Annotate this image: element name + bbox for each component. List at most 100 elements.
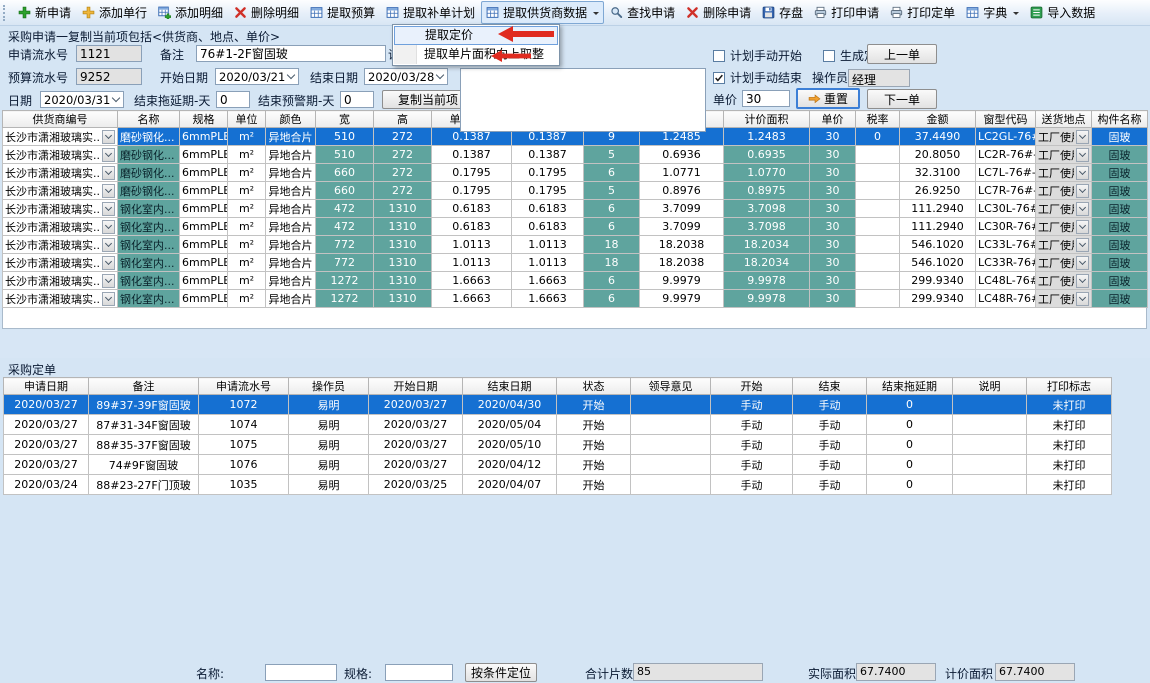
grid-cell[interactable]: 472 <box>316 200 374 218</box>
order-cell[interactable]: 1076 <box>199 455 289 475</box>
order-cell[interactable]: 未打印 <box>1027 475 1112 495</box>
new-request-button[interactable]: 新申请 <box>13 1 76 24</box>
table-row[interactable]: 长沙市潇湘玻璃实...钢化室内...6mmPLE...m²异地合片7721310… <box>3 254 1148 272</box>
delete-request-button[interactable]: 删除申请 <box>681 1 756 24</box>
order-cell[interactable]: 2020/05/04 <box>463 415 557 435</box>
grid-cell[interactable]: 1.0113 <box>512 236 584 254</box>
order-cell[interactable]: 手动 <box>793 475 867 495</box>
grid-cell[interactable]: 546.1020 <box>900 254 976 272</box>
grid-cell[interactable]: 1.6663 <box>432 290 512 308</box>
grid-cell[interactable]: 18 <box>584 236 640 254</box>
order-cell[interactable]: 2020/03/27 <box>369 435 463 455</box>
grid-cell[interactable]: 299.9340 <box>900 272 976 290</box>
grid-cell[interactable]: 0.6936 <box>640 146 724 164</box>
supplier-combo-button[interactable] <box>102 274 115 288</box>
order-cell[interactable] <box>953 415 1027 435</box>
filter-spec-input[interactable] <box>385 664 453 681</box>
grid-cell[interactable]: 5 <box>584 146 640 164</box>
grid-cell[interactable]: m² <box>228 254 266 272</box>
table-row[interactable]: 长沙市潇湘玻璃实...钢化室内...6mmPLE...m²异地合片7721310… <box>3 236 1148 254</box>
menu-item[interactable]: 提取单片面积向上取整 <box>394 45 558 64</box>
order-cell[interactable]: 2020/05/10 <box>463 435 557 455</box>
table-row[interactable]: 长沙市潇湘玻璃实...磨砂钢化...6mmPLE...m²异地合片6602720… <box>3 182 1148 200</box>
column-header[interactable]: 单价 <box>810 111 856 128</box>
supplier-combo-button[interactable] <box>102 238 115 252</box>
grid-cell[interactable]: LC2GL-76#... <box>976 128 1036 146</box>
delivery-combo-button[interactable] <box>1076 256 1089 270</box>
grid-cell[interactable]: 固玻 <box>1092 236 1148 254</box>
filter-name-input[interactable] <box>265 664 337 681</box>
grid-cell[interactable]: 272 <box>374 164 432 182</box>
order-cell[interactable]: 易明 <box>289 435 369 455</box>
grid-cell[interactable]: 6mmPLE... <box>180 272 228 290</box>
grid-cell[interactable]: 6mmPLE... <box>180 128 228 146</box>
grid-cell[interactable]: 长沙市潇湘玻璃实... <box>3 182 118 200</box>
grid-cell[interactable]: LC2R-76#-1F <box>976 146 1036 164</box>
grid-cell[interactable]: LC48R-76#... <box>976 290 1036 308</box>
grid-cell[interactable]: m² <box>228 164 266 182</box>
grid-cell[interactable]: 磨砂钢化... <box>118 164 180 182</box>
grid-cell[interactable]: 工厂使用 <box>1036 236 1092 254</box>
grid-cell[interactable]: LC48L-76#... <box>976 272 1036 290</box>
order-cell[interactable]: 2020/03/24 <box>4 475 89 495</box>
price-field[interactable] <box>742 90 790 107</box>
plan-manual-end-checkbox[interactable] <box>713 72 725 84</box>
grid-cell[interactable]: 1310 <box>374 254 432 272</box>
grid-cell[interactable]: 长沙市潇湘玻璃实... <box>3 164 118 182</box>
order-cell[interactable]: 88#23-27F门顶玻 <box>89 475 199 495</box>
grid-cell[interactable]: 9.9979 <box>640 290 724 308</box>
grid-cell[interactable]: 长沙市潇湘玻璃实... <box>3 146 118 164</box>
order-cell[interactable]: 手动 <box>793 435 867 455</box>
column-header[interactable]: 申请流水号 <box>199 378 289 395</box>
grid-cell[interactable]: 30 <box>810 128 856 146</box>
grid-cell[interactable]: 异地合片 <box>266 146 316 164</box>
grid-cell[interactable]: 0.1795 <box>432 182 512 200</box>
grid-cell[interactable]: 钢化室内... <box>118 218 180 236</box>
add-row-button[interactable]: 添加单行 <box>77 1 152 24</box>
grid-cell[interactable]: 32.3100 <box>900 164 976 182</box>
grid-cell[interactable] <box>856 164 900 182</box>
grid-cell[interactable]: 6 <box>584 218 640 236</box>
column-header[interactable]: 打印标志 <box>1027 378 1112 395</box>
grid-cell[interactable]: 工厂使用 <box>1036 290 1092 308</box>
grid-cell[interactable]: m² <box>228 182 266 200</box>
desc-textarea[interactable] <box>460 68 706 132</box>
grid-cell[interactable]: m² <box>228 146 266 164</box>
save-button[interactable]: 存盘 <box>757 1 808 24</box>
grid-cell[interactable]: LC30L-76#... <box>976 200 1036 218</box>
order-cell[interactable]: 手动 <box>711 395 793 415</box>
column-header[interactable]: 结束 <box>793 378 867 395</box>
grid-cell[interactable]: 772 <box>316 254 374 272</box>
grid-cell[interactable]: 20.8050 <box>900 146 976 164</box>
grid-cell[interactable] <box>856 272 900 290</box>
grid-cell[interactable]: m² <box>228 290 266 308</box>
grid-cell[interactable]: 18.2034 <box>724 254 810 272</box>
order-cell[interactable] <box>631 395 711 415</box>
order-cell[interactable]: 易明 <box>289 475 369 495</box>
grid-cell[interactable]: 1.0113 <box>432 254 512 272</box>
grid-cell[interactable]: LC7R-76#-1FO <box>976 182 1036 200</box>
order-cell[interactable]: 易明 <box>289 395 369 415</box>
caret-down-icon[interactable] <box>593 12 599 18</box>
grid-cell[interactable]: 1310 <box>374 236 432 254</box>
extract-supplement-plan-button[interactable]: 提取补单计划 <box>381 1 480 24</box>
grid-cell[interactable]: 6 <box>584 200 640 218</box>
order-cell[interactable]: 88#35-37F窗固玻 <box>89 435 199 455</box>
reset-button[interactable]: 重置 <box>796 88 860 109</box>
grid-cell[interactable]: 3.7099 <box>640 200 724 218</box>
grid-cell[interactable]: 6mmPLE... <box>180 218 228 236</box>
grid-cell[interactable]: 26.9250 <box>900 182 976 200</box>
grid-cell[interactable]: 长沙市潇湘玻璃实... <box>3 254 118 272</box>
grid-cell[interactable]: 0.6935 <box>724 146 810 164</box>
grid-cell[interactable]: 1.0770 <box>724 164 810 182</box>
date-combo[interactable]: 2020/03/31 <box>40 91 124 108</box>
order-cell[interactable]: 开始 <box>557 475 631 495</box>
order-cell[interactable]: 2020/03/27 <box>4 395 89 415</box>
grid-cell[interactable] <box>856 290 900 308</box>
grid-cell[interactable] <box>856 254 900 272</box>
column-header[interactable]: 结束日期 <box>463 378 557 395</box>
dictionary-button[interactable]: 字典 <box>961 1 1024 24</box>
delivery-combo-button[interactable] <box>1076 274 1089 288</box>
grid-cell[interactable]: 异地合片 <box>266 200 316 218</box>
grid-cell[interactable]: 长沙市潇湘玻璃实... <box>3 218 118 236</box>
